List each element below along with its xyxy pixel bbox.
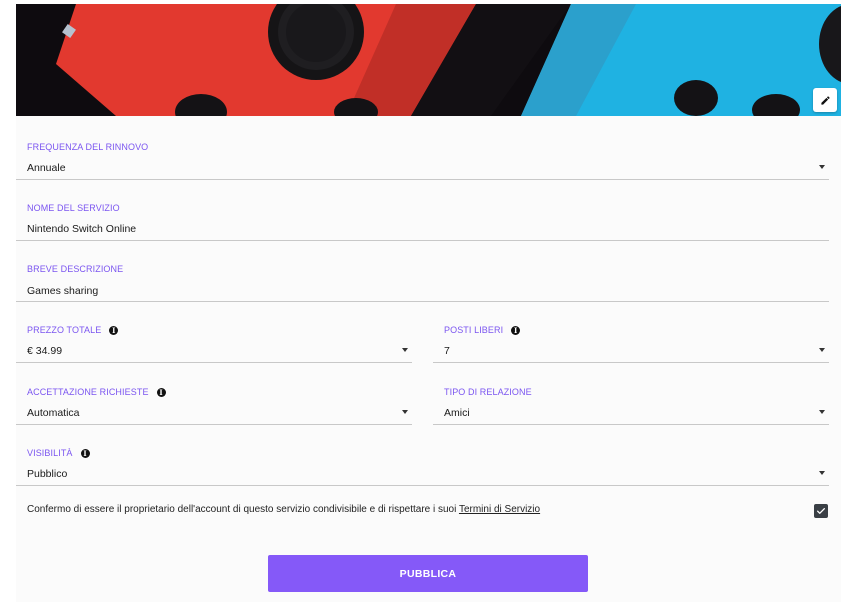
visibility-select[interactable]: VISIBILITÀ i Pubblico	[16, 426, 829, 486]
cover-image	[16, 4, 841, 116]
visibility-value: Pubblico	[27, 468, 68, 480]
checkmark-icon	[817, 508, 825, 514]
edit-cover-button[interactable]	[813, 88, 837, 112]
service-name-value: Nintendo Switch Online	[27, 223, 137, 235]
service-name-label: NOME DEL SERVIZIO	[27, 203, 120, 213]
service-form: FREQUENZA DEL RINNOVO Annuale NOME DEL S…	[16, 116, 841, 602]
joycon-illustration	[16, 4, 841, 116]
chevron-down-icon	[819, 165, 825, 169]
chevron-down-icon	[819, 348, 825, 352]
frequency-label: FREQUENZA DEL RINNOVO	[27, 142, 149, 152]
pencil-icon	[820, 95, 830, 105]
free-slots-label-text: POSTI LIBERI	[444, 325, 504, 335]
chevron-down-icon	[819, 410, 825, 414]
description-field[interactable]: BREVE DESCRIZIONE Games sharing	[16, 242, 829, 302]
info-icon[interactable]: i	[109, 325, 119, 335]
total-price-select[interactable]: PREZZO TOTALE i € 34.99	[16, 303, 412, 363]
info-icon[interactable]: i	[511, 325, 521, 335]
frequency-select[interactable]: FREQUENZA DEL RINNOVO Annuale	[16, 120, 829, 180]
terms-link[interactable]: Termini di Servizio	[459, 504, 540, 515]
chevron-down-icon	[402, 348, 408, 352]
relation-select[interactable]: TIPO DI RELAZIONE Amici	[433, 365, 829, 425]
terms-checkbox[interactable]	[814, 504, 828, 518]
publish-button[interactable]: PUBBLICA	[268, 555, 588, 592]
relation-value: Amici	[444, 407, 470, 419]
acceptance-label: ACCETTAZIONE RICHIESTE i	[27, 387, 166, 397]
free-slots-select[interactable]: POSTI LIBERI i 7	[433, 303, 829, 363]
acceptance-label-text: ACCETTAZIONE RICHIESTE	[27, 387, 149, 397]
visibility-label: VISIBILITÀ i	[27, 448, 90, 458]
info-icon[interactable]: i	[156, 387, 166, 397]
description-value: Games sharing	[27, 285, 99, 297]
visibility-label-text: VISIBILITÀ	[27, 448, 73, 458]
terms-text: Confermo di essere il proprietario dell'…	[27, 504, 459, 515]
info-icon[interactable]: i	[80, 448, 90, 458]
service-name-field[interactable]: NOME DEL SERVIZIO Nintendo Switch Online	[16, 181, 829, 241]
chevron-down-icon	[819, 471, 825, 475]
acceptance-value: Automatica	[27, 407, 80, 419]
chevron-down-icon	[402, 410, 408, 414]
free-slots-label: POSTI LIBERI i	[444, 325, 521, 335]
page: FREQUENZA DEL RINNOVO Annuale NOME DEL S…	[0, 0, 863, 602]
description-label: BREVE DESCRIZIONE	[27, 264, 124, 274]
free-slots-value: 7	[444, 345, 450, 357]
terms-statement: Confermo di essere il proprietario dell'…	[27, 504, 540, 515]
total-price-value: € 34.99	[27, 345, 63, 357]
total-price-label-text: PREZZO TOTALE	[27, 325, 102, 335]
frequency-value: Annuale	[27, 162, 66, 174]
relation-label: TIPO DI RELAZIONE	[444, 387, 532, 397]
acceptance-select[interactable]: ACCETTAZIONE RICHIESTE i Automatica	[16, 365, 412, 425]
total-price-label: PREZZO TOTALE i	[27, 325, 119, 335]
